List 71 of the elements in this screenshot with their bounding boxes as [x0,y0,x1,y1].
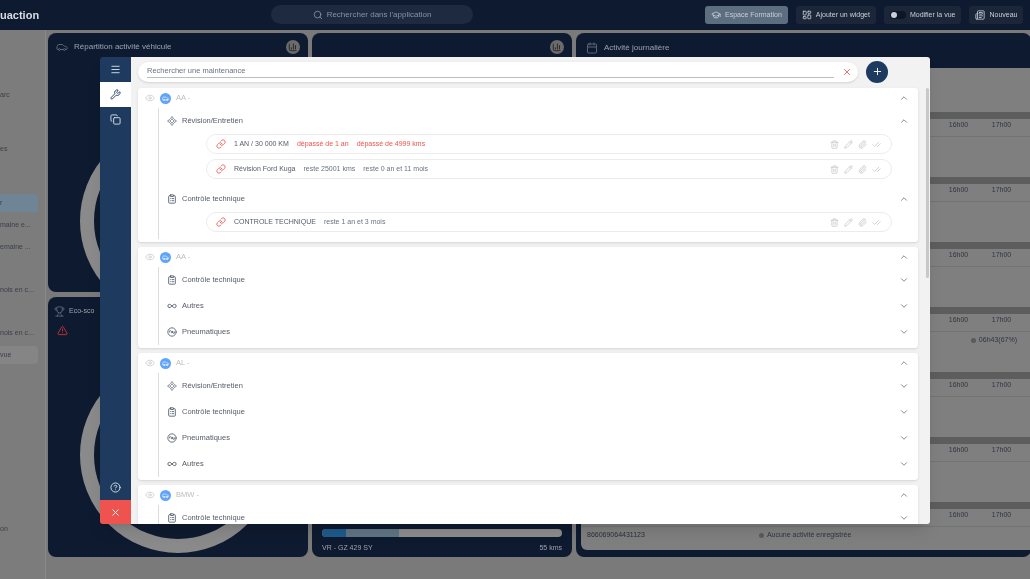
chevron-up-icon[interactable] [899,93,909,103]
search-icon [312,9,323,20]
calendar-icon [586,42,598,54]
chevron-down-icon[interactable] [899,513,909,523]
eye-icon[interactable] [145,252,155,262]
eye-icon[interactable] [145,490,155,500]
chevron-up-icon[interactable] [899,116,909,126]
add-button[interactable] [866,60,888,83]
clipboard-icon [167,513,177,523]
close-icon [110,506,121,518]
pencil-icon[interactable] [844,217,853,227]
car-badge-icon [160,489,171,501]
clipboard-icon [167,275,177,285]
tire-icon [167,433,177,443]
dashboard-icon [801,10,812,20]
double-check-icon[interactable] [872,217,881,227]
chevron-up-icon[interactable] [899,490,909,500]
chevron-up-icon[interactable] [899,252,909,262]
car-badge-icon [160,92,171,104]
nav-tab[interactable] [100,82,131,107]
menu-icon [110,64,121,75]
clipboard-icon [167,194,177,204]
chevron-down-icon[interactable] [899,301,909,311]
paperclip-icon[interactable] [858,217,867,227]
scrollbar[interactable] [926,88,929,278]
trash-icon[interactable] [830,139,839,149]
cluster-icon [167,381,177,391]
search-field[interactable]: Rechercher dans l'application [271,5,473,24]
newspaper-icon [975,10,986,20]
eye-icon[interactable] [145,93,155,103]
double-check-icon[interactable] [872,139,881,149]
widget-title: Activité journalière [604,42,670,54]
pencil-icon[interactable] [844,139,853,149]
clipboard-icon [167,407,177,417]
car-icon [56,41,68,53]
paperclip-icon[interactable] [858,164,867,174]
chevron-up-icon[interactable] [899,358,909,368]
link-icon [216,164,226,174]
chevron-down-icon[interactable] [899,381,909,391]
link-icon [216,217,226,227]
double-check-icon[interactable] [872,164,881,174]
infinity-icon [167,301,177,311]
chevron-down-icon[interactable] [899,275,909,285]
chart-icon[interactable] [550,40,564,54]
wrench-icon [110,89,121,100]
chevron-down-icon[interactable] [899,459,909,469]
pencil-icon[interactable] [844,164,853,174]
copy-icon [110,114,121,125]
infinity-icon [167,459,177,469]
widget-title: Répartition activité véhicule [74,41,172,53]
plus-icon [871,66,883,77]
chevron-down-icon[interactable] [899,433,909,443]
clear-icon[interactable] [842,66,852,77]
trophy-icon [54,305,65,317]
help-icon[interactable] [110,482,121,493]
eye-icon[interactable] [145,358,155,368]
chevron-down-icon[interactable] [899,407,909,417]
graduation-cap-icon [711,10,721,20]
trash-icon[interactable] [830,217,839,227]
paperclip-icon[interactable] [858,139,867,149]
chevron-down-icon[interactable] [899,327,909,337]
trash-icon[interactable] [830,164,839,174]
car-badge-icon [160,357,171,369]
link-icon [216,139,226,149]
car-badge-icon [160,251,171,263]
tire-icon [167,327,177,337]
cluster-icon [167,116,177,126]
chevron-up-icon[interactable] [899,194,909,204]
toggle-switch[interactable] [889,11,906,19]
app-logo: uaction [0,7,40,23]
chart-icon[interactable] [286,40,300,54]
